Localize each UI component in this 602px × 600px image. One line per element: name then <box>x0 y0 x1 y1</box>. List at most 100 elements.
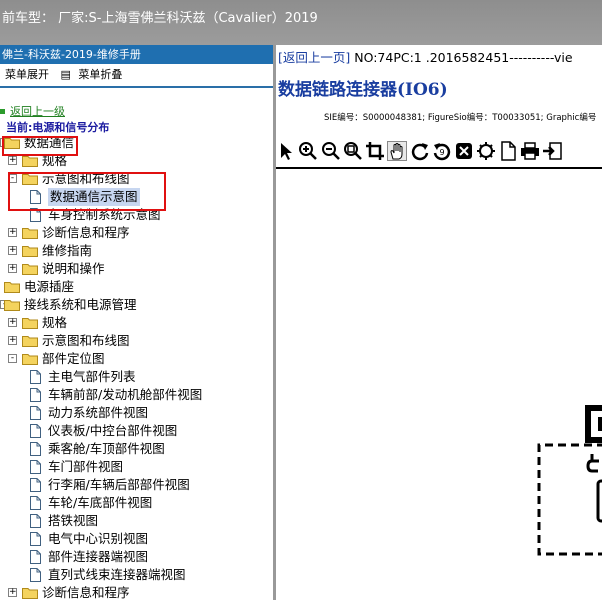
vehicle-title: 前车型： 厂家:S-上海雪佛兰科沃兹（Cavalier）2019 <box>2 11 318 26</box>
tree-folder-item[interactable]: -接线系统和电源管理 <box>0 296 273 314</box>
rotate-left-icon[interactable]: 9 <box>432 141 452 161</box>
document-title: 数据链路连接器(IO6) <box>278 80 448 100</box>
tree-item-label: 规格 <box>42 315 68 330</box>
tree-doc-item[interactable]: 行李厢/车辆后部部件视图 <box>0 476 273 494</box>
content-pane: [返回上一页] NO:74PC:1 .2016582451----------v… <box>273 45 602 600</box>
tree-folder-item[interactable]: + 规格 <box>0 314 273 332</box>
back-up-link[interactable]: 返回上一级 <box>0 103 65 119</box>
header-divider <box>0 86 273 88</box>
tree-item-label: 电源插座 <box>24 279 75 294</box>
svg-text:9: 9 <box>439 148 444 157</box>
zoom-out-icon[interactable] <box>321 141 341 161</box>
print-icon[interactable] <box>520 141 540 161</box>
document-icon <box>30 496 41 510</box>
tree-folder-item[interactable]: - 部件定位图 <box>0 350 273 368</box>
back-page-link[interactable]: [返回上一页] <box>278 50 350 65</box>
tree-item-label: 电气中心识别视图 <box>48 531 149 546</box>
settings-gear-icon[interactable] <box>476 141 496 161</box>
tree-item-label: 主电气部件列表 <box>48 369 136 384</box>
tree-item-label: 诊断信息和程序 <box>42 225 130 240</box>
document-icon <box>30 406 41 420</box>
tree-doc-item[interactable]: 车辆前部/发动机舱部件视图 <box>0 386 273 404</box>
tree-doc-item[interactable]: 车门部件视图 <box>0 458 273 476</box>
title-bar: 前车型： 厂家:S-上海雪佛兰科沃兹（Cavalier）2019 <box>0 0 602 45</box>
document-icon <box>30 550 41 564</box>
folder-icon <box>22 156 38 167</box>
tree-doc-item[interactable]: 主电气部件列表 <box>0 368 273 386</box>
tree-doc-item[interactable]: 搭铁视图 <box>0 512 273 530</box>
tree-item-label: 行李厢/车辆后部部件视图 <box>48 477 190 492</box>
tree-item-label: 示意图和布线图 <box>42 333 130 348</box>
zoom-fit-icon[interactable] <box>343 141 363 161</box>
tree-doc-item[interactable]: 部件连接器端视图 <box>0 548 273 566</box>
document-icon <box>30 442 41 456</box>
tree-doc-item[interactable]: 仪表板/中控台部件视图 <box>0 422 273 440</box>
folder-open-icon <box>4 300 20 311</box>
tree-doc-item[interactable]: 车轮/车底部件视图 <box>0 494 273 512</box>
folder-icon <box>22 588 38 599</box>
tree-folder-item[interactable]: + 说明和操作 <box>0 260 273 278</box>
tree-doc-item[interactable]: 动力系统部件视图 <box>0 404 273 422</box>
tree-item-label: 诊断信息和程序 <box>42 585 130 600</box>
document-icon <box>30 388 41 402</box>
tree-item-label: 车辆前部/发动机舱部件视图 <box>48 387 203 402</box>
rotate-right-icon[interactable] <box>410 141 430 161</box>
viewer-toolbar: 9 <box>276 139 602 165</box>
breadcrumb: [返回上一页] NO:74PC:1 .2016582451----------v… <box>278 47 573 66</box>
folder-icon <box>22 246 38 257</box>
export-icon[interactable] <box>542 141 562 161</box>
tree-item-label: 部件连接器端视图 <box>48 549 149 564</box>
tree-doc-item[interactable]: 电气中心识别视图 <box>0 530 273 548</box>
document-meta: SIE编号：S0000048381; FigureSio编号：T00033051… <box>324 113 597 123</box>
document-icon <box>30 424 41 438</box>
current-location: 当前:电源和信号分布 <box>6 121 110 134</box>
tree-item-label: 动力系统部件视图 <box>48 405 149 420</box>
document-icon <box>30 568 41 582</box>
folder-icon <box>4 282 20 293</box>
tree-folder-item[interactable]: + 诊断信息和程序 <box>0 584 273 600</box>
pointer-icon[interactable] <box>276 141 296 161</box>
highlight-box-schematics <box>8 172 166 211</box>
menu-expand-button[interactable]: 菜单展开 <box>5 68 49 81</box>
menu-collapse-button[interactable]: 菜单折叠 <box>78 68 122 81</box>
tree-doc-item[interactable]: 直列式线束连接器端视图 <box>0 566 273 584</box>
expand-toggle-icon[interactable]: + <box>8 318 17 327</box>
page-icon[interactable] <box>498 141 518 161</box>
tree-folder-item[interactable]: + 维修指南 <box>0 242 273 260</box>
expand-toggle-icon[interactable]: + <box>8 156 17 165</box>
manual-header: 佛兰-科沃兹-2019-维修手册 <box>0 45 273 64</box>
tree-item-label: 接线系统和电源管理 <box>24 297 137 312</box>
bullet-icon <box>0 109 5 114</box>
document-icon <box>30 478 41 492</box>
tree-item-label: 车轮/车底部件视图 <box>48 495 153 510</box>
doc-number: NO:74PC:1 .2016582451----------vie <box>350 50 573 65</box>
folder-icon <box>22 336 38 347</box>
expand-toggle-icon[interactable]: + <box>8 588 17 597</box>
tree-item-label: 搭铁视图 <box>48 513 99 528</box>
expand-toggle-icon[interactable]: + <box>8 264 17 273</box>
expand-toggle-icon[interactable]: + <box>8 336 17 345</box>
left-nav-pane: 佛兰-科沃兹-2019-维修手册 菜单展开 ▤ 菜单折叠 返回上一级 当前:电源… <box>0 45 273 600</box>
pan-hand-icon[interactable] <box>387 141 407 161</box>
connector-diagram[interactable] <box>276 169 602 600</box>
tree-folder-item[interactable]: 电源插座 <box>0 278 273 296</box>
crop-icon[interactable] <box>365 141 385 161</box>
highlight-box-data-comm <box>2 136 78 156</box>
tree-doc-item[interactable]: 乘客舱/车顶部件视图 <box>0 440 273 458</box>
collapse-toggle-icon[interactable]: - <box>8 354 17 363</box>
menu-controls: 菜单展开 ▤ 菜单折叠 <box>0 64 273 86</box>
menu-collapse-icon: ▤ <box>60 68 71 81</box>
fullscreen-icon[interactable] <box>454 141 474 161</box>
zoom-in-icon[interactable] <box>298 141 318 161</box>
tree-item-label: 维修指南 <box>42 243 93 258</box>
folder-icon <box>22 264 38 275</box>
document-icon <box>30 532 41 546</box>
tree-folder-item[interactable]: + 诊断信息和程序 <box>0 224 273 242</box>
document-icon <box>30 460 41 474</box>
folder-open-icon <box>22 354 38 365</box>
folder-icon <box>22 228 38 239</box>
expand-toggle-icon[interactable]: + <box>8 246 17 255</box>
tree-item-label: 车门部件视图 <box>48 459 124 474</box>
tree-folder-item[interactable]: + 示意图和布线图 <box>0 332 273 350</box>
expand-toggle-icon[interactable]: + <box>8 228 17 237</box>
